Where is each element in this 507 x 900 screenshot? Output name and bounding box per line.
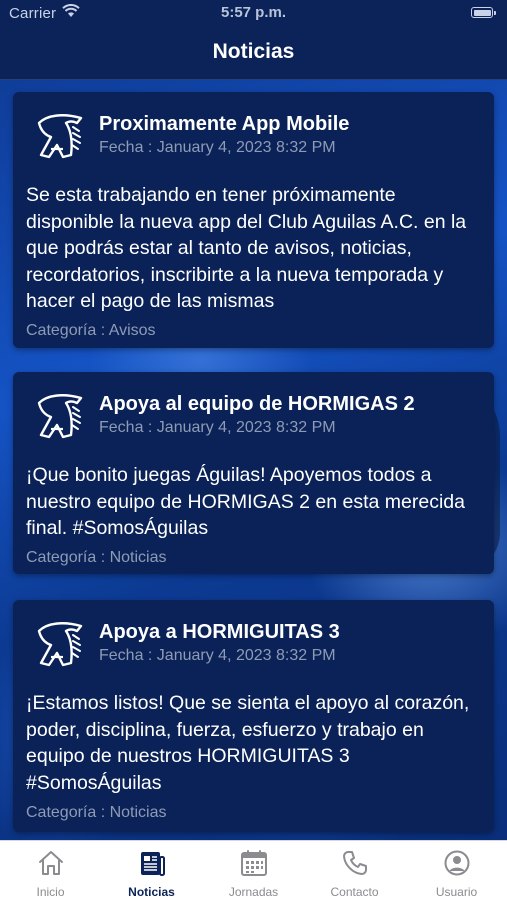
club-eagle-logo-icon [37, 114, 83, 159]
news-feed[interactable]: Proximamente App Mobile Fecha : January … [0, 80, 507, 840]
news-category: Categoría : Noticias [26, 549, 167, 566]
news-category: Categoría : Noticias [26, 804, 167, 821]
news-body: ¡Estamos listos! Que se sienta el apoyo … [26, 692, 470, 794]
tab-label: Contacto [330, 885, 379, 899]
news-title: Apoya a HORMIGUITAS 3 [99, 621, 340, 643]
newspaper-icon [141, 852, 165, 876]
news-card-header: Apoya al equipo de HORMIGAS 2 Fecha : Ja… [13, 372, 494, 452]
tab-label: Noticias [128, 885, 175, 899]
club-eagle-logo-icon [37, 622, 83, 667]
user-icon [444, 850, 470, 876]
tab-usuario[interactable]: Usuario [406, 841, 507, 900]
tab-label: Inicio [36, 885, 65, 899]
news-date: Fecha : January 4, 2023 8:32 PM [99, 647, 336, 664]
news-date: Fecha : January 4, 2023 8:32 PM [99, 139, 336, 156]
navigation-header: Carrier 5:57 p.m. Noticias [0, 0, 507, 80]
news-card-header: Apoya a HORMIGUITAS 3 Fecha : January 4,… [13, 600, 494, 680]
news-date: Fecha : January 4, 2023 8:32 PM [99, 419, 336, 436]
news-title: Apoya al equipo de HORMIGAS 2 [99, 393, 415, 415]
news-category: Categoría : Avisos [26, 322, 156, 339]
calendar-icon [241, 850, 267, 876]
news-body: ¡Que bonito juegas Águilas! Apoyemos tod… [26, 464, 465, 539]
news-title: Proximamente App Mobile [99, 113, 350, 135]
club-eagle-logo-icon [37, 394, 83, 439]
battery-icon [471, 7, 496, 18]
bottom-tab-bar: Inicio Noticias Jornadas Contacto Usuari… [0, 840, 507, 900]
phone-icon [343, 851, 367, 875]
news-card-header: Proximamente App Mobile Fecha : January … [13, 92, 494, 172]
news-card[interactable]: Apoya a HORMIGUITAS 3 Fecha : January 4,… [13, 600, 494, 832]
status-bar: Carrier 5:57 p.m. [0, 0, 507, 28]
tab-contacto[interactable]: Contacto [304, 841, 405, 900]
home-icon [39, 851, 63, 875]
page-title: Noticias [212, 40, 295, 63]
tab-inicio[interactable]: Inicio [0, 841, 101, 900]
tab-label: Jornadas [228, 885, 279, 899]
tab-jornadas[interactable]: Jornadas [203, 841, 304, 900]
news-body: Se esta trabajando en tener próximamente… [26, 184, 467, 312]
app-screen: Carrier 5:57 p.m. Noticias Proximamente … [0, 0, 507, 900]
tab-noticias[interactable]: Noticias [101, 841, 202, 900]
news-card[interactable]: Proximamente App Mobile Fecha : January … [13, 92, 494, 348]
tab-label: Usuario [435, 885, 478, 899]
news-card[interactable]: Apoya al equipo de HORMIGAS 2 Fecha : Ja… [13, 372, 494, 574]
clock: 5:57 p.m. [220, 4, 287, 21]
